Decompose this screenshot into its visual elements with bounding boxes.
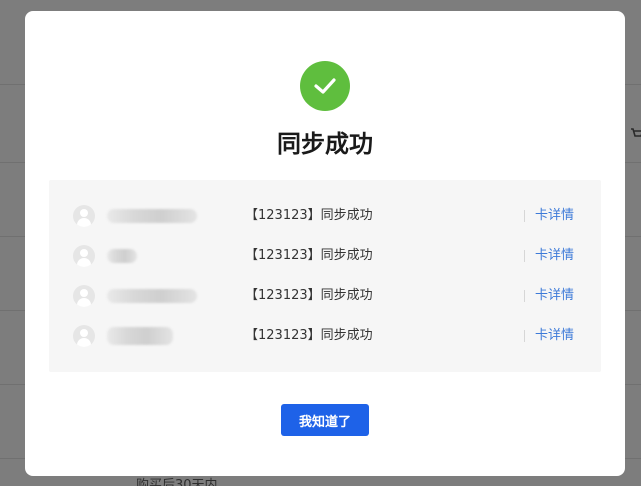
- card-detail-link[interactable]: 卡详情: [535, 196, 574, 236]
- sync-result-dialog: 同步成功 【123123】同步成功 卡详情 【123123】同步成功 卡详情 【…: [25, 11, 625, 476]
- avatar: [73, 205, 95, 227]
- list-item: 【123123】同步成功 卡详情: [49, 236, 601, 276]
- list-item: 【123123】同步成功 卡详情: [49, 196, 601, 236]
- divider: [524, 250, 525, 262]
- list-item: 【123123】同步成功 卡详情: [49, 276, 601, 316]
- got-it-button[interactable]: 我知道了: [281, 404, 369, 436]
- divider: [524, 210, 525, 222]
- list-item: 【123123】同步成功 卡详情: [49, 316, 601, 356]
- sync-result-list: 【123123】同步成功 卡详情 【123123】同步成功 卡详情 【12312…: [49, 180, 601, 372]
- card-detail-link[interactable]: 卡详情: [535, 276, 574, 316]
- dialog-title: 同步成功: [277, 130, 373, 158]
- cart-icon: [631, 128, 641, 140]
- page: 购买后30天内 同步成功 【123123】同步成功 卡详情 【123123】同步…: [0, 0, 641, 486]
- sync-status-text: 【123123】同步成功: [245, 328, 373, 343]
- success-check-icon: [300, 61, 350, 111]
- card-detail-link[interactable]: 卡详情: [535, 316, 574, 356]
- blurred-username: [107, 209, 197, 223]
- card-detail-link[interactable]: 卡详情: [535, 236, 574, 276]
- divider: [524, 290, 525, 302]
- sync-status-text: 【123123】同步成功: [245, 288, 373, 303]
- blurred-username: [107, 249, 137, 263]
- divider: [524, 330, 525, 342]
- avatar: [73, 245, 95, 267]
- sync-status-text: 【123123】同步成功: [245, 248, 373, 263]
- blurred-username: [107, 327, 173, 345]
- avatar: [73, 325, 95, 347]
- sync-status-text: 【123123】同步成功: [245, 208, 373, 223]
- avatar: [73, 285, 95, 307]
- blurred-username: [107, 289, 197, 303]
